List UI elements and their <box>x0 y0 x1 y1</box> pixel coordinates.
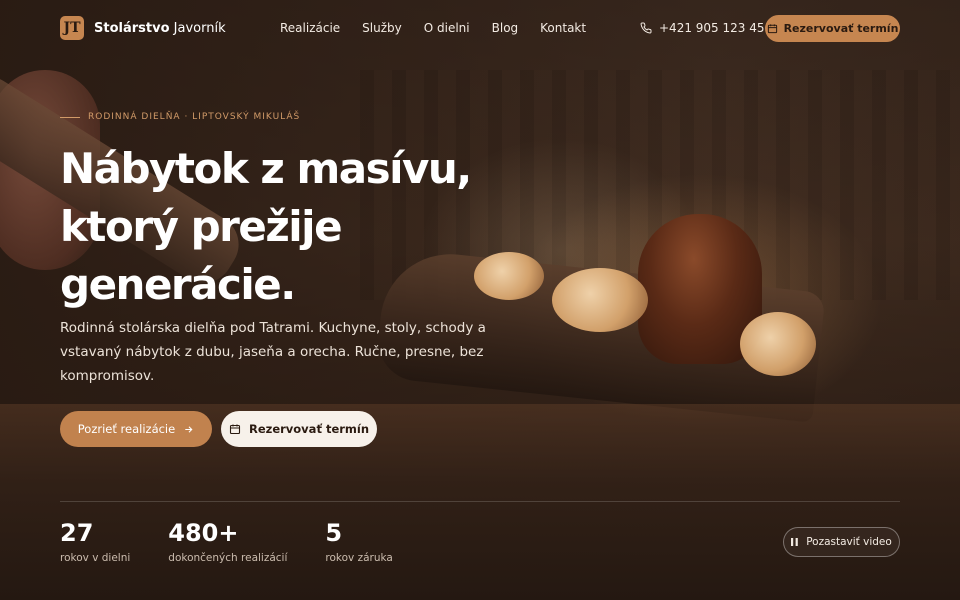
calendar-icon <box>767 23 778 34</box>
nav-item-kontakt[interactable]: Kontakt <box>540 21 586 35</box>
stat-label: rokov záruka <box>325 552 393 564</box>
view-projects-button[interactable]: Pozrieť realizácie <box>60 411 212 447</box>
calendar-icon <box>229 423 241 435</box>
book-appointment-label: Rezervovať termín <box>783 22 899 35</box>
stat-value: 27 <box>60 519 94 547</box>
wood-shaving <box>740 312 816 376</box>
pause-video-label: Pozastaviť video <box>806 536 892 548</box>
pause-icon <box>791 538 798 546</box>
stat-label: dokončených realizácií <box>168 552 288 564</box>
logo[interactable]: JT Stolárstvo Javorník <box>60 16 226 40</box>
wood-shaving <box>552 268 648 332</box>
phone-link[interactable]: +421 905 123 456 <box>640 21 772 35</box>
logo-mark: JT <box>60 16 84 40</box>
stat-value: 480+ <box>168 519 239 547</box>
hero-book-appointment-button[interactable]: Rezervovať termín <box>221 411 377 447</box>
hero-book-appointment-label: Rezervovať termín <box>248 422 370 436</box>
book-appointment-button[interactable]: Rezervovať termín <box>765 15 900 42</box>
hero-lead: Rodinná stolárska dielňa pod Tatrami. Ku… <box>60 320 486 384</box>
stat-value: 5 <box>325 519 343 547</box>
arrow-right-icon <box>183 424 194 435</box>
stat-warranty: 5 rokov záruka <box>325 518 392 564</box>
stat-years: 27 rokov v dielni <box>60 518 130 564</box>
nav-item-blog[interactable]: Blog <box>492 21 519 35</box>
phone-number: +421 905 123 456 <box>659 21 773 35</box>
stats: 27 rokov v dielni 480+ dokončených reali… <box>60 518 431 564</box>
stat-projects: 480+ dokončených realizácií <box>168 518 287 564</box>
hero-title: Nábytok z masívu, ktorý prežije generáci… <box>60 144 472 309</box>
logo-text: Stolárstvo Javorník <box>94 20 226 36</box>
eyebrow-line <box>60 116 80 118</box>
site-header: JT Stolárstvo Javorník Realizácie Služby… <box>0 0 960 56</box>
stats-divider <box>60 501 900 502</box>
nav-item-sluzby[interactable]: Služby <box>362 21 402 35</box>
hero-eyebrow: RODINNÁ DIELŇA · LIPTOVSKÝ MIKULÁŠ <box>60 112 300 122</box>
phone-icon <box>640 22 652 34</box>
nav-item-o-dielni[interactable]: O dielni <box>424 21 470 35</box>
pause-video-button[interactable]: Pozastaviť video <box>783 527 900 557</box>
view-projects-label: Pozrieť realizácie <box>77 422 176 436</box>
nav-item-realizacie[interactable]: Realizácie <box>280 21 340 35</box>
stat-label: rokov v dielni <box>60 552 131 564</box>
main-nav: Realizácie Služby O dielni Blog Kontakt <box>280 21 586 35</box>
eyebrow-text: RODINNÁ DIELŇA · LIPTOVSKÝ MIKULÁŠ <box>88 112 301 122</box>
